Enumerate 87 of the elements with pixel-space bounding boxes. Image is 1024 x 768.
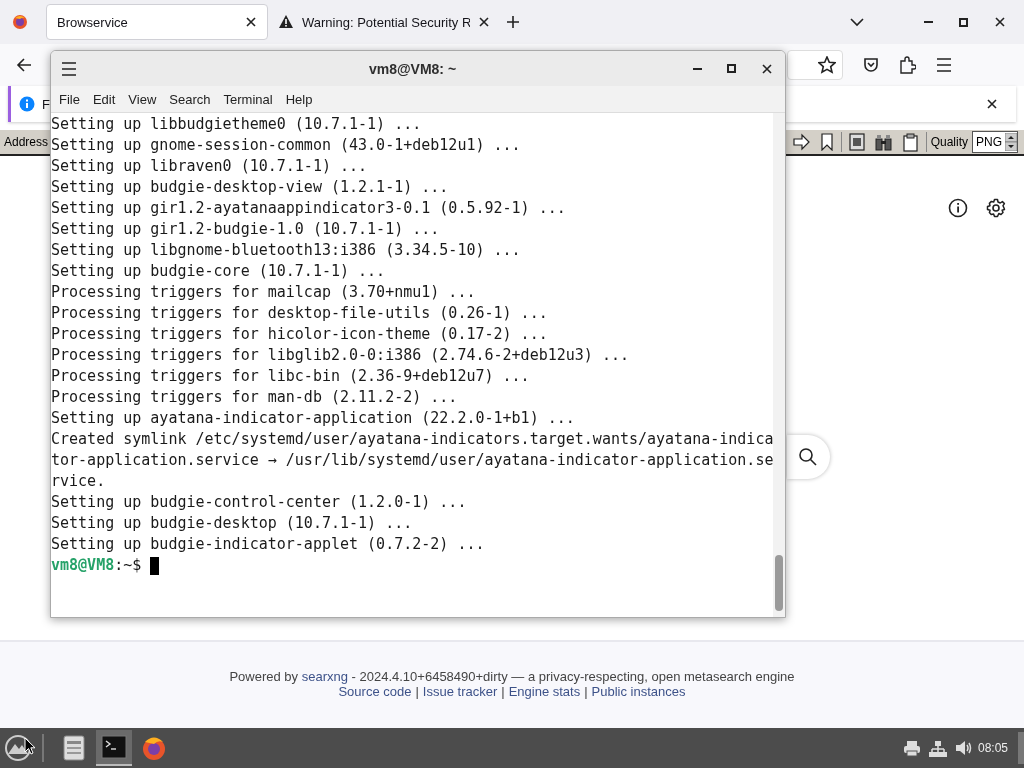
terminal-line: Setting up budgie-indicator-applet (0.7.2-2) ... <box>51 534 486 555</box>
page-icon[interactable] <box>848 133 865 151</box>
link-separator: | <box>584 684 588 699</box>
terminal-line: Setting up budgie-desktop-view (1.2.1-1) ... <box>51 177 450 198</box>
close-icon[interactable] <box>761 62 773 75</box>
terminal-line: Setting up ayatana-indicator-application (22.2.0-1+b1) ... <box>51 408 576 429</box>
link-separator: | <box>415 684 419 699</box>
terminal-line: Setting up libgnome-bluetooth13:i386 (3.34.5-10) ... <box>51 240 522 261</box>
menu-item[interactable]: Terminal <box>223 91 273 107</box>
mouse-pointer-icon <box>24 737 36 755</box>
volume-icon[interactable] <box>954 739 972 757</box>
prompt-user: vm8@VM8 <box>51 555 115 576</box>
warning-icon <box>278 14 294 30</box>
tab-list-icon[interactable] <box>850 17 864 27</box>
menu-icon[interactable] <box>936 57 952 73</box>
terminal-line: Processing triggers for libglib2.0-0:i386 (2.74.6-2+deb12u3) ... <box>51 345 630 366</box>
arrow-icon[interactable] <box>792 133 810 151</box>
star-icon[interactable] <box>818 56 836 74</box>
footer-link[interactable]: Public instances <box>591 684 686 699</box>
terminal-line: Processing triggers for hicolor-icon-theme (0.17-2) ... <box>51 324 549 345</box>
menu-item[interactable]: File <box>59 91 80 107</box>
terminal-line: Setting up gnome-session-common (43.0-1+deb12u1) ... <box>51 135 522 156</box>
close-icon[interactable] <box>994 16 1006 28</box>
printer-icon[interactable] <box>902 739 921 757</box>
search-field[interactable] <box>787 435 830 479</box>
terminal-line: Created symlink /etc/systemd/user/ayatana-indicators.target.wants/ayatana-indica <box>51 429 774 450</box>
info-icon[interactable] <box>948 198 968 218</box>
terminal-line: Setting up gir1.2-ayatanaappindicator3-0.1 (0.5.92-1) ... <box>51 198 567 219</box>
close-icon[interactable] <box>245 16 257 28</box>
terminal-line: Setting up budgie-control-center (1.2.0-1) ... <box>51 492 468 513</box>
file-manager-icon <box>61 735 87 761</box>
pocket-icon[interactable] <box>863 57 879 73</box>
link-separator: | <box>501 684 505 699</box>
footer-link[interactable]: Source code <box>338 684 412 699</box>
menu-item[interactable]: Edit <box>92 91 116 107</box>
taskbar-handle[interactable] <box>1018 732 1024 764</box>
firefox-icon <box>141 735 167 761</box>
footer-link[interactable]: searxng <box>301 669 348 684</box>
back-icon[interactable] <box>16 57 33 73</box>
address-label: Address <box>4 135 49 149</box>
terminal-line: rvice. <box>51 471 107 492</box>
notification-text: F <box>42 96 50 112</box>
search-icon[interactable] <box>798 447 818 467</box>
menu-item[interactable]: Help <box>285 91 313 107</box>
quality-label: Quality <box>930 135 968 149</box>
window-title: vm8@VM8: ~ <box>367 60 458 77</box>
footer-link[interactable]: Engine stats <box>508 684 581 699</box>
bookmark-icon[interactable] <box>819 133 834 151</box>
browser-tab[interactable]: Warning: Potential Security R <box>268 4 500 40</box>
network-icon[interactable] <box>928 739 947 757</box>
terminal-line: Setting up gir1.2-budgie-1.0 (10.7.1-1) ... <box>51 219 441 240</box>
terminal-line: Setting up libbudgietheme0 (10.7.1-1) ... <box>51 114 423 135</box>
terminal-line: Processing triggers for man-db (2.11.2-2) ... <box>51 387 459 408</box>
spinner-arrows-icon[interactable] <box>1005 133 1017 151</box>
close-icon[interactable] <box>478 16 490 28</box>
menu-icon[interactable] <box>61 60 77 77</box>
maximize-icon[interactable] <box>727 64 736 73</box>
terminal-icon <box>101 734 127 760</box>
text-cursor <box>150 556 160 575</box>
scrollbar-thumb[interactable] <box>775 555 784 611</box>
prompt-path: :~$ <box>114 555 142 576</box>
terminal-line: Processing triggers for mailcap (3.70+nmu1) ... <box>51 282 477 303</box>
menu-item[interactable]: Search <box>169 91 211 107</box>
terminal-line: Processing triggers for desktop-file-utils (0.26-1) ... <box>51 303 549 324</box>
browser-logo-icon <box>12 14 28 30</box>
terminal-line: Setting up libraven0 (10.7.1-1) ... <box>51 156 369 177</box>
footer-link[interactable]: Issue tracker <box>422 684 498 699</box>
app-menu-icon[interactable] <box>4 734 32 762</box>
new-tab-icon[interactable] <box>506 15 520 29</box>
extensions-icon[interactable] <box>899 55 916 75</box>
terminal-line: Setting up budgie-core (10.7.1-1) ... <box>51 261 387 282</box>
terminal-line: Setting up budgie-desktop (10.7.1-1) ... <box>51 513 414 534</box>
taskbar-app[interactable] <box>96 730 132 766</box>
clock[interactable]: 08:05 <box>977 741 1008 755</box>
binoculars-icon[interactable] <box>874 133 892 151</box>
quality-field[interactable]: PNG <box>972 131 1018 153</box>
info-icon <box>19 96 35 112</box>
maximize-icon[interactable] <box>959 17 968 27</box>
footer-text: Powered by searxng - 2024.4.10+6458490+dirty — a privacy-respecting, open metasearch engine <box>229 669 795 684</box>
close-icon[interactable] <box>986 98 998 110</box>
menu-item[interactable]: View <box>128 91 157 107</box>
settings-icon[interactable] <box>986 198 1006 218</box>
terminal-line: tor-application.service → /usr/lib/systemd/user/ayatana-indicator-application.se <box>51 450 774 471</box>
clipboard-icon[interactable] <box>901 132 919 152</box>
url-field[interactable] <box>787 50 843 80</box>
browser-tab[interactable]: Browservice <box>46 4 268 40</box>
terminal-line: Processing triggers for libc-bin (2.36-9+deb12u7) ... <box>51 366 531 387</box>
